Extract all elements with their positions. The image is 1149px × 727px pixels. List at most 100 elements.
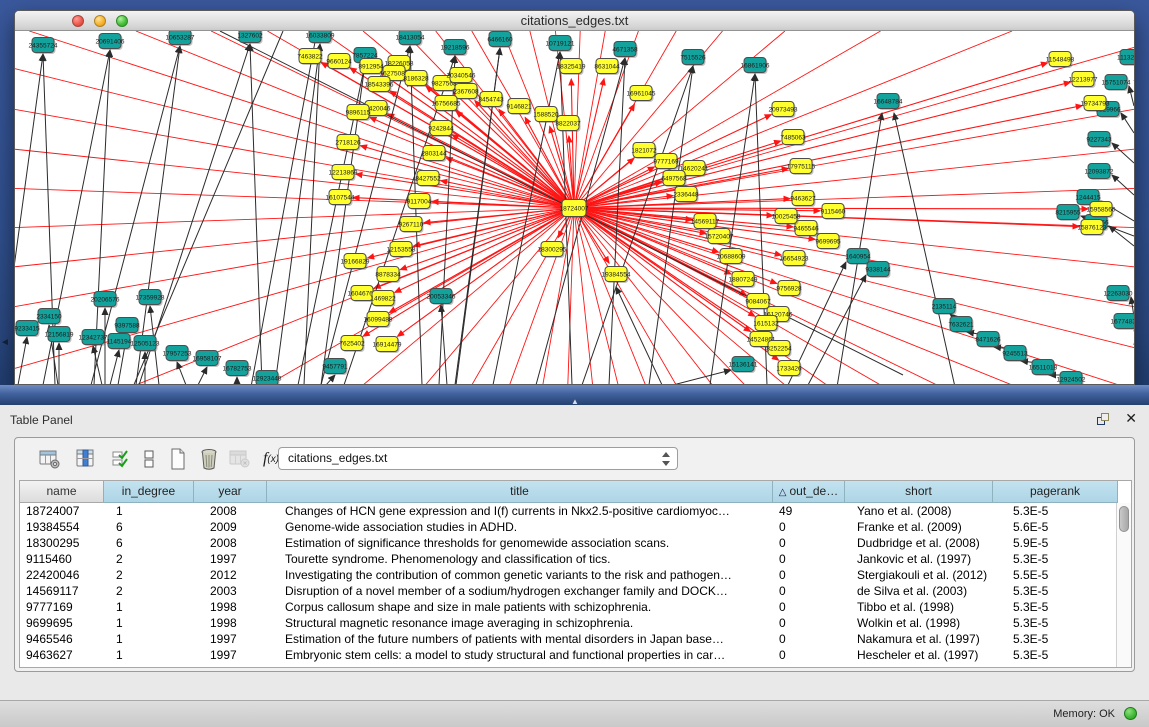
- column-header-title[interactable]: title: [267, 481, 773, 503]
- window-title: citations_edges.txt: [15, 11, 1134, 31]
- citation-network-graph[interactable]: 2435572420691406106532871327602160338097…: [15, 31, 1134, 385]
- svg-text:16782753: 16782753: [223, 365, 252, 372]
- table-panel-container: f(x) citations_edges.txt namein_degreeye…: [14, 437, 1135, 672]
- svg-text:16107544: 16107544: [326, 194, 355, 201]
- show-column-icon[interactable]: [73, 446, 99, 472]
- network-window-titlebar[interactable]: citations_edges.txt: [15, 11, 1134, 31]
- svg-text:7632621: 7632621: [948, 321, 974, 328]
- column-header-pagerank[interactable]: pagerank: [993, 481, 1118, 503]
- table-row[interactable]: 946554611997Estimation of the future num…: [20, 631, 1131, 647]
- cell-name: 22420046: [20, 567, 104, 583]
- cell-out_degree: 0: [773, 535, 845, 551]
- column-header-in_degree[interactable]: in_degree: [104, 481, 194, 503]
- svg-text:20973493: 20973493: [769, 106, 798, 113]
- table-row[interactable]: 946362711997Embryonic stem cells: a mode…: [20, 647, 1131, 663]
- svg-text:2336448: 2336448: [673, 191, 699, 198]
- dropdown-stepper-icon: [662, 451, 671, 467]
- svg-text:18325419: 18325419: [557, 63, 586, 70]
- svg-text:9465546: 9465546: [793, 225, 819, 232]
- svg-text:9756928: 9756928: [776, 285, 802, 292]
- svg-text:15136141: 15136141: [729, 361, 758, 368]
- column-header-name[interactable]: name: [20, 481, 104, 503]
- svg-text:20340546: 20340546: [447, 72, 476, 79]
- cell-year: 1997: [194, 647, 267, 663]
- cell-title: Embryonic stem cells: a model to study s…: [267, 647, 773, 663]
- cell-out_degree: 49: [773, 503, 845, 519]
- cell-title: Changes of HCN gene expression and I(f) …: [267, 503, 773, 519]
- table-row[interactable]: 1938455462009Genome-wide association stu…: [20, 519, 1131, 535]
- cell-in_degree: 1: [104, 503, 194, 519]
- pan-left-arrow-icon[interactable]: ◄: [0, 338, 10, 348]
- column-header-short[interactable]: short: [845, 481, 993, 503]
- table-row[interactable]: 1456911722003Disruption of a novel membe…: [20, 583, 1131, 599]
- table-selector-dropdown[interactable]: citations_edges.txt: [278, 447, 678, 470]
- table-row[interactable]: 977716911998Corpus callosum shape and si…: [20, 599, 1131, 615]
- svg-text:24355724: 24355724: [29, 42, 58, 49]
- cell-pagerank: 5.3E-5: [993, 615, 1118, 631]
- cell-in_degree: 1: [104, 599, 194, 615]
- svg-text:8454743: 8454743: [478, 96, 504, 103]
- delete-column-icon[interactable]: [196, 446, 222, 472]
- new-column-icon[interactable]: [165, 446, 191, 472]
- cytoscape-app: ◄ citations_edges.txt 243557242069140610…: [0, 0, 1149, 727]
- network-view-background: ◄ citations_edges.txt 243557242069140610…: [0, 0, 1149, 405]
- scrollbar-thumb[interactable]: [1119, 506, 1129, 532]
- table-row[interactable]: 911546021997Tourette syndrome. Phenomeno…: [20, 551, 1131, 567]
- column-header-out_degree[interactable]: △out_de…: [773, 481, 845, 503]
- table-row[interactable]: 2242004622012Investigating the contribut…: [20, 567, 1131, 583]
- svg-text:2718126: 2718126: [335, 139, 361, 146]
- cell-in_degree: 6: [104, 519, 194, 535]
- svg-text:10653287: 10653287: [166, 34, 195, 41]
- svg-text:19384554: 19384554: [602, 271, 631, 278]
- svg-text:9338144: 9338144: [865, 266, 891, 273]
- cell-title: Estimation of the future numbers of pati…: [267, 631, 773, 647]
- table-panel-header: Table Panel ✕: [0, 405, 1149, 435]
- cell-short: Stergiakouli et al. (2012): [845, 567, 993, 583]
- cell-pagerank: 5.3E-5: [993, 583, 1118, 599]
- svg-text:4671358: 4671358: [612, 46, 638, 53]
- svg-text:10025458: 10025458: [772, 213, 801, 220]
- close-panel-icon[interactable]: ✕: [1125, 410, 1137, 426]
- svg-text:16774837: 16774837: [1111, 318, 1134, 325]
- svg-text:17957253: 17957253: [163, 350, 192, 357]
- cell-name: 9777169: [20, 599, 104, 615]
- delete-table-icon[interactable]: [227, 446, 253, 472]
- column-header-year[interactable]: year: [194, 481, 267, 503]
- svg-text:1733426: 1733426: [776, 365, 802, 372]
- cell-pagerank: 5.3E-5: [993, 599, 1118, 615]
- svg-text:6466160: 6466160: [487, 36, 513, 43]
- cell-name: 18300295: [20, 535, 104, 551]
- svg-text:8252254: 8252254: [766, 345, 792, 352]
- table-row[interactable]: 1872400712008Changes of HCN gene express…: [20, 503, 1131, 519]
- cell-short: Tibbo et al. (1998): [845, 599, 993, 615]
- svg-text:7625402: 7625402: [339, 340, 365, 347]
- svg-text:9146821: 9146821: [506, 103, 532, 110]
- cell-title: Investigating the contribution of common…: [267, 567, 773, 583]
- select-columns-icon[interactable]: [107, 446, 133, 472]
- network-canvas[interactable]: 2435572420691406106532871327602160338097…: [15, 31, 1134, 385]
- cell-pagerank: 5.3E-5: [993, 503, 1118, 519]
- table-mode-icon[interactable]: [37, 446, 63, 472]
- svg-text:14569117: 14569117: [691, 218, 720, 225]
- cell-title: Estimation of significance thresholds fo…: [267, 535, 773, 551]
- memory-ok-indicator[interactable]: [1124, 707, 1137, 720]
- cell-pagerank: 5.9E-5: [993, 535, 1118, 551]
- table-row[interactable]: 1830029562008Estimation of significance …: [20, 535, 1131, 551]
- network-window: citations_edges.txt 24355724206914061065…: [14, 10, 1135, 385]
- cell-in_degree: 2: [104, 567, 194, 583]
- status-bar: Memory: OK: [0, 700, 1149, 727]
- cell-title: Structural magnetic resonance image aver…: [267, 615, 773, 631]
- table-row[interactable]: 969969511998Structural magnetic resonanc…: [20, 615, 1131, 631]
- svg-text:8631044: 8631044: [594, 63, 620, 70]
- svg-text:16654923: 16654923: [780, 255, 809, 262]
- table-body: 1872400712008Changes of HCN gene express…: [20, 503, 1131, 663]
- vertical-scrollbar[interactable]: [1116, 503, 1131, 667]
- memory-status-label: Memory: OK: [1053, 708, 1115, 720]
- svg-text:18543396: 18543396: [365, 81, 394, 88]
- cell-name: 9115460: [20, 551, 104, 567]
- cell-out_degree: 0: [773, 615, 845, 631]
- cell-pagerank: 5.3E-5: [993, 631, 1118, 647]
- float-window-icon[interactable]: [1097, 413, 1111, 426]
- svg-text:1640954: 1640954: [845, 253, 871, 260]
- row-height-icon[interactable]: [136, 446, 162, 472]
